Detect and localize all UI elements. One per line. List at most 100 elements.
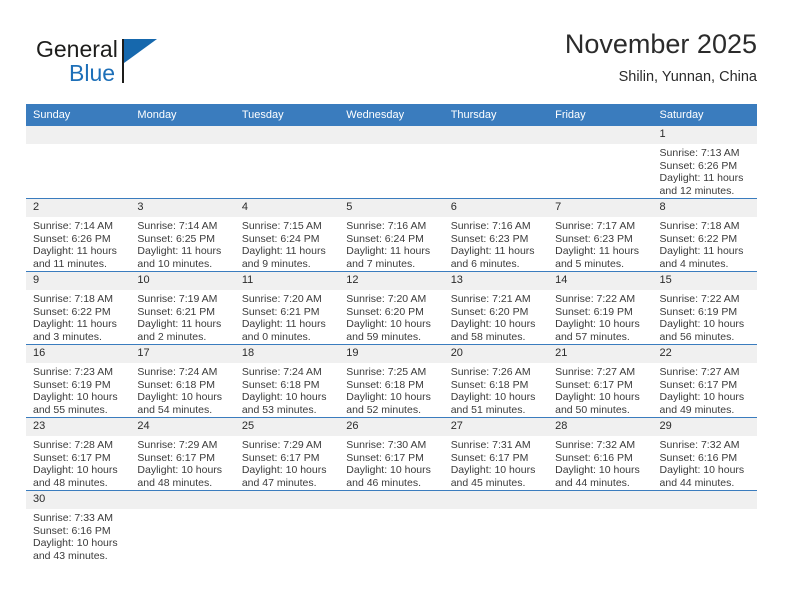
sunrise-time: Sunrise: 7:28 AM <box>33 439 113 451</box>
day-number: 11 <box>234 272 340 290</box>
calendar-day-cell[interactable]: 12 Sunrise: 7:20 AM Sunset: 6:20 PM Dayligh… <box>339 271 444 345</box>
cell-inner: 10 Sunrise: 7:19 AM Sunset: 6:21 PM Dayligh… <box>130 272 235 344</box>
cell-inner <box>652 491 757 563</box>
daylight-duration-line2: and 2 minutes. <box>137 330 207 343</box>
daylight-duration-line2: and 51 minutes. <box>450 403 526 416</box>
calendar-day-cell[interactable]: 2 Sunrise: 7:14 AM Sunset: 6:26 PM Daylight… <box>26 198 131 272</box>
daylight-duration-line2: and 49 minutes. <box>659 403 735 416</box>
day-number <box>130 126 235 144</box>
calendar-day-cell[interactable]: 10 Sunrise: 7:19 AM Sunset: 6:21 PM Dayligh… <box>130 271 235 345</box>
cell-inner: 12 Sunrise: 7:20 AM Sunset: 6:20 PM Dayligh… <box>339 272 444 344</box>
day-number: 7 <box>548 199 653 217</box>
day-details: Sunrise: 7:29 AM Sunset: 6:17 PM Daylight:… <box>235 436 339 489</box>
calendar-week-row: 23 Sunrise: 7:28 AM Sunset: 6:17 PM Dayligh… <box>26 417 757 491</box>
daylight-duration-line2: and 54 minutes. <box>137 403 213 416</box>
daylight-duration-line1: Daylight: 11 hours <box>241 245 326 258</box>
calendar-day-cell[interactable]: 20 Sunrise: 7:26 AM Sunset: 6:18 PM Dayligh… <box>443 344 549 418</box>
calendar-day-cell[interactable]: 5 Sunrise: 7:16 AM Sunset: 6:24 PM Daylight… <box>339 198 444 272</box>
calendar-day-cell[interactable]: 7 Sunrise: 7:17 AM Sunset: 6:23 PM Daylight… <box>548 198 653 272</box>
daylight-duration-line1: Daylight: 10 hours <box>33 391 118 404</box>
calendar-day-cell[interactable]: 8 Sunrise: 7:18 AM Sunset: 6:22 PM Daylight… <box>652 198 757 272</box>
day-details: Sunrise: 7:33 AM Sunset: 6:16 PM Daylight:… <box>26 509 130 562</box>
calendar-day-cell[interactable]: 1 Sunrise: 7:13 AM Sunset: 6:26 PM Daylight… <box>652 126 757 199</box>
day-details: Sunrise: 7:21 AM Sunset: 6:20 PM Daylight:… <box>444 290 548 343</box>
day-number <box>652 491 757 509</box>
calendar-day-cell[interactable]: 18 Sunrise: 7:24 AM Sunset: 6:18 PM Dayligh… <box>234 344 340 418</box>
calendar-day-cell[interactable]: 22 Sunrise: 7:27 AM Sunset: 6:17 PM Dayligh… <box>652 344 757 418</box>
daylight-duration-line2: and 46 minutes. <box>346 476 421 489</box>
calendar-day-cell[interactable]: 19 Sunrise: 7:25 AM Sunset: 6:18 PM Dayligh… <box>339 344 444 418</box>
day-details: Sunrise: 7:16 AM Sunset: 6:23 PM Daylight:… <box>444 217 548 270</box>
day-details: Sunrise: 7:13 AM Sunset: 6:26 PM Daylight:… <box>653 144 757 197</box>
cell-inner: 19 Sunrise: 7:25 AM Sunset: 6:18 PM Dayligh… <box>339 345 444 417</box>
daylight-duration-line2: and 5 minutes. <box>555 257 624 270</box>
cell-inner <box>443 126 549 198</box>
sunrise-time: Sunrise: 7:16 AM <box>346 220 427 232</box>
calendar-day-cell[interactable]: 27 Sunrise: 7:31 AM Sunset: 6:17 PM Dayligh… <box>443 417 549 491</box>
cell-inner: 5 Sunrise: 7:16 AM Sunset: 6:24 PM Daylight… <box>339 199 444 271</box>
calendar-day-cell[interactable]: 28 Sunrise: 7:32 AM Sunset: 6:16 PM Dayligh… <box>548 417 653 491</box>
cell-inner: 6 Sunrise: 7:16 AM Sunset: 6:23 PM Daylight… <box>443 199 549 271</box>
calendar-day-cell[interactable]: 16 Sunrise: 7:23 AM Sunset: 6:19 PM Dayligh… <box>26 344 131 418</box>
calendar-day-cell[interactable]: 21 Sunrise: 7:27 AM Sunset: 6:17 PM Dayligh… <box>548 344 653 418</box>
cell-inner <box>548 491 653 563</box>
sunset-time: Sunset: 6:16 PM <box>659 451 738 464</box>
daylight-duration-line2: and 7 minutes. <box>346 257 416 270</box>
day-details: Sunrise: 7:15 AM Sunset: 6:24 PM Daylight:… <box>235 217 339 270</box>
daylight-duration-line1: Daylight: 10 hours <box>555 464 640 477</box>
sunset-time: Sunset: 6:17 PM <box>33 451 111 464</box>
calendar-day-cell[interactable]: 26 Sunrise: 7:30 AM Sunset: 6:17 PM Dayligh… <box>339 417 444 491</box>
daylight-duration-line2: and 50 minutes. <box>555 403 630 416</box>
cell-inner: 8 Sunrise: 7:18 AM Sunset: 6:22 PM Daylight… <box>652 199 757 271</box>
sunrise-time: Sunrise: 7:14 AM <box>33 220 113 232</box>
cell-inner: 9 Sunrise: 7:18 AM Sunset: 6:22 PM Daylight… <box>26 272 131 344</box>
calendar-day-cell[interactable]: 23 Sunrise: 7:28 AM Sunset: 6:17 PM Dayligh… <box>26 417 131 491</box>
calendar-day-cell[interactable]: 14 Sunrise: 7:22 AM Sunset: 6:19 PM Dayligh… <box>548 271 653 345</box>
calendar-day-cell[interactable]: 6 Sunrise: 7:16 AM Sunset: 6:23 PM Daylight… <box>443 198 549 272</box>
daylight-duration-line1: Daylight: 10 hours <box>137 464 223 477</box>
weekday-header-tuesday: Tuesday <box>234 104 340 126</box>
day-details: Sunrise: 7:26 AM Sunset: 6:18 PM Daylight:… <box>444 363 548 416</box>
day-details: Sunrise: 7:18 AM Sunset: 6:22 PM Daylight:… <box>653 217 757 270</box>
cell-inner: 15 Sunrise: 7:22 AM Sunset: 6:19 PM Dayligh… <box>652 272 757 344</box>
calendar-day-cell[interactable]: 25 Sunrise: 7:29 AM Sunset: 6:17 PM Dayligh… <box>234 417 340 491</box>
sunset-time: Sunset: 6:20 PM <box>450 305 529 318</box>
day-details: Sunrise: 7:20 AM Sunset: 6:20 PM Daylight:… <box>339 290 443 343</box>
calendar-week-row: 9 Sunrise: 7:18 AM Sunset: 6:22 PM Daylight… <box>26 271 757 345</box>
sunrise-time: Sunrise: 7:27 AM <box>659 366 740 378</box>
day-details: Sunrise: 7:25 AM Sunset: 6:18 PM Daylight:… <box>339 363 443 416</box>
calendar-day-cell[interactable]: 11 Sunrise: 7:20 AM Sunset: 6:21 PM Dayligh… <box>234 271 340 345</box>
calendar-day-cell[interactable]: 15 Sunrise: 7:22 AM Sunset: 6:19 PM Dayligh… <box>652 271 757 345</box>
sunset-time: Sunset: 6:26 PM <box>33 232 111 245</box>
calendar-day-cell[interactable]: 4 Sunrise: 7:15 AM Sunset: 6:24 PM Daylight… <box>234 198 340 272</box>
daylight-duration-line1: Daylight: 10 hours <box>555 318 640 331</box>
daylight-duration-line1: Daylight: 11 hours <box>137 245 222 258</box>
sunset-time: Sunset: 6:17 PM <box>346 451 424 464</box>
calendar-day-cell[interactable]: 29 Sunrise: 7:32 AM Sunset: 6:16 PM Dayligh… <box>652 417 757 491</box>
calendar-day-cell[interactable]: 17 Sunrise: 7:24 AM Sunset: 6:18 PM Dayligh… <box>130 344 235 418</box>
daylight-duration-line1: Daylight: 11 hours <box>659 245 744 258</box>
logo-flag-icon <box>124 39 157 63</box>
calendar-day-cell[interactable]: 30 Sunrise: 7:33 AM Sunset: 6:16 PM Dayligh… <box>26 490 131 563</box>
calendar-day-cell[interactable]: 3 Sunrise: 7:14 AM Sunset: 6:25 PM Daylight… <box>130 198 235 272</box>
day-details: Sunrise: 7:27 AM Sunset: 6:17 PM Daylight:… <box>653 363 757 416</box>
general-blue-logo: General Blue <box>36 36 236 96</box>
calendar-day-cell[interactable]: 24 Sunrise: 7:29 AM Sunset: 6:17 PM Dayligh… <box>130 417 235 491</box>
cell-inner: 14 Sunrise: 7:22 AM Sunset: 6:19 PM Dayligh… <box>548 272 653 344</box>
day-number <box>234 126 340 144</box>
sunset-time: Sunset: 6:24 PM <box>346 232 424 245</box>
day-details: Sunrise: 7:30 AM Sunset: 6:17 PM Daylight:… <box>339 436 443 489</box>
cell-inner: 16 Sunrise: 7:23 AM Sunset: 6:19 PM Dayligh… <box>26 345 131 417</box>
day-number: 20 <box>443 345 549 363</box>
calendar-table: Sunday Monday Tuesday Wednesday Thursday… <box>26 104 757 563</box>
cell-inner <box>234 126 340 198</box>
day-number: 1 <box>652 126 757 144</box>
cell-inner: 25 Sunrise: 7:29 AM Sunset: 6:17 PM Dayligh… <box>234 418 340 490</box>
day-details: Sunrise: 7:27 AM Sunset: 6:17 PM Daylight:… <box>548 363 652 416</box>
sunrise-time: Sunrise: 7:22 AM <box>659 293 740 305</box>
day-details: Sunrise: 7:14 AM Sunset: 6:25 PM Daylight:… <box>130 217 234 270</box>
daylight-duration-line1: Daylight: 10 hours <box>33 464 118 477</box>
calendar-day-cell[interactable]: 13 Sunrise: 7:21 AM Sunset: 6:20 PM Dayligh… <box>443 271 549 345</box>
calendar-day-cell[interactable]: 9 Sunrise: 7:18 AM Sunset: 6:22 PM Daylight… <box>26 271 131 345</box>
sunset-time: Sunset: 6:22 PM <box>659 232 738 245</box>
